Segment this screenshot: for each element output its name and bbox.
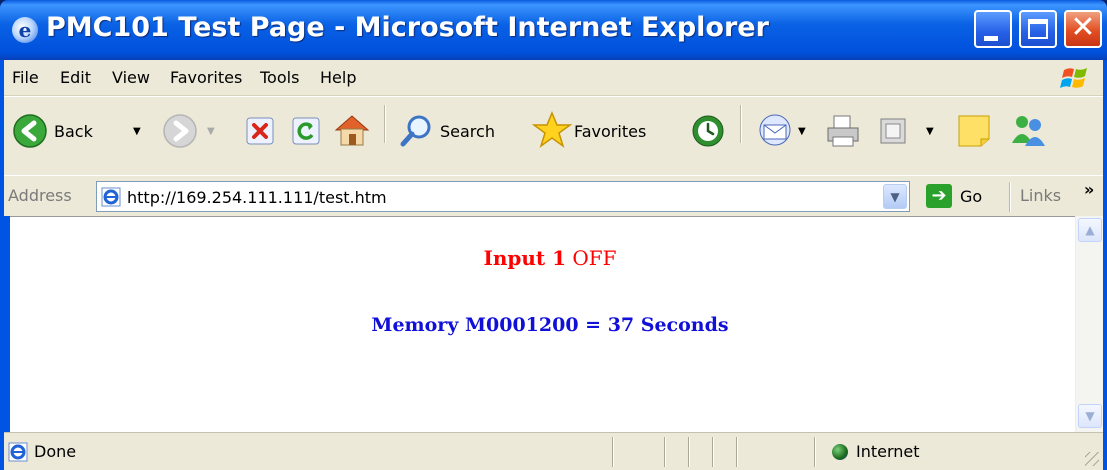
scroll-down-button[interactable]: ▼ (1078, 404, 1102, 428)
menu-favorites[interactable]: Favorites (170, 68, 242, 87)
status-divider (612, 437, 614, 467)
page-content: Input 1 OFF Memory M0001200 = 37 Seconds (10, 216, 1075, 432)
windows-logo-icon (1060, 68, 1087, 88)
toolbar-separator (384, 105, 386, 143)
mail-icon[interactable] (756, 113, 794, 149)
address-dropdown-icon[interactable]: ▼ (883, 184, 907, 209)
input-label: Input 1 (483, 246, 567, 270)
close-icon: ✕ (1070, 10, 1096, 45)
home-icon[interactable] (332, 112, 372, 148)
title-bar[interactable]: e PMC101 Test Page - Microsoft Internet … (0, 0, 1107, 60)
menu-edit[interactable]: Edit (60, 68, 91, 87)
minimize-icon (984, 36, 998, 41)
close-button[interactable]: ✕ (1064, 10, 1102, 48)
scroll-up-button[interactable]: ▲ (1078, 218, 1102, 242)
links-button[interactable]: Links (1020, 186, 1061, 205)
security-zone: Internet (856, 442, 920, 461)
search-button-label[interactable]: Search (440, 122, 495, 141)
star-icon[interactable] (532, 111, 572, 149)
ie-page-icon: e (12, 17, 38, 43)
go-arrow-icon: ➔ (926, 184, 952, 208)
print-icon[interactable] (824, 113, 862, 149)
forward-dropdown-icon: ▼ (207, 126, 215, 137)
favorites-button-label[interactable]: Favorites (574, 122, 646, 141)
menu-tools[interactable]: Tools (260, 68, 299, 87)
memory-status-line: Memory M0001200 = 37 Seconds (371, 314, 729, 336)
ie-page-icon (8, 442, 28, 462)
back-arrow-icon[interactable] (12, 113, 48, 149)
status-divider (664, 437, 666, 467)
status-divider (736, 437, 738, 467)
address-input[interactable]: http://169.254.111.111/test.htm ▼ (96, 181, 910, 212)
back-button-label[interactable]: Back (54, 122, 93, 141)
ie-page-icon (101, 187, 121, 207)
status-bar: Done Internet (4, 432, 1103, 470)
vertical-scrollbar[interactable]: ▲ ▼ (1075, 216, 1103, 432)
menu-help[interactable]: Help (320, 68, 356, 87)
search-icon[interactable] (398, 113, 434, 149)
status-divider (688, 437, 690, 467)
address-url[interactable]: http://169.254.111.111/test.htm (127, 188, 387, 207)
menu-file[interactable]: File (12, 68, 39, 87)
menu-bar: File Edit View Favorites Tools Help (4, 60, 1103, 96)
toolbar-separator (740, 105, 742, 143)
discuss-icon[interactable] (956, 113, 992, 149)
input-state: OFF (572, 246, 617, 270)
toolbar-separator (1009, 182, 1011, 212)
menu-view[interactable]: View (112, 68, 150, 87)
status-divider (712, 437, 714, 467)
history-icon[interactable] (690, 113, 726, 149)
edit-dropdown-icon[interactable]: ▼ (926, 126, 934, 137)
standard-toolbar: Back ▼ ▼ Search Favorites ▼ ▼ (4, 96, 1103, 180)
address-label: Address (8, 186, 72, 205)
globe-icon (832, 444, 848, 460)
messenger-icon[interactable] (1008, 113, 1048, 149)
refresh-icon[interactable] (290, 115, 322, 147)
resize-grip-icon[interactable] (1085, 452, 1099, 466)
address-bar: Address http://169.254.111.111/test.htm … (4, 175, 1103, 216)
forward-arrow-icon[interactable] (162, 113, 198, 149)
maximize-icon (1028, 19, 1048, 39)
go-button[interactable]: ➔ Go (926, 183, 996, 211)
back-dropdown-icon[interactable]: ▼ (133, 126, 141, 137)
mail-dropdown-icon[interactable]: ▼ (798, 126, 806, 137)
input-status-line: Input 1 OFF (10, 246, 1090, 270)
stop-icon[interactable] (244, 115, 276, 147)
browser-window: e PMC101 Test Page - Microsoft Internet … (0, 0, 1107, 470)
window-title: PMC101 Test Page - Microsoft Internet Ex… (46, 12, 769, 43)
chevron-right-icon[interactable]: » (1084, 180, 1094, 199)
status-text: Done (34, 442, 77, 461)
minimize-button[interactable] (974, 10, 1012, 48)
go-label: Go (960, 187, 983, 206)
status-divider (814, 437, 816, 467)
edit-icon[interactable] (878, 116, 908, 146)
maximize-button[interactable] (1019, 10, 1057, 48)
